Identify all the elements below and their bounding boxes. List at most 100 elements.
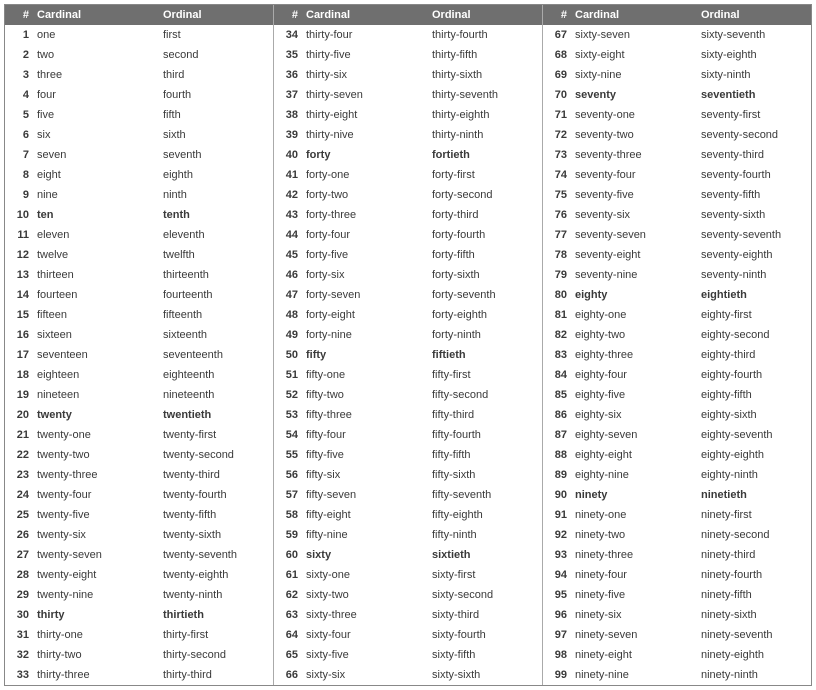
cell-cardinal: seven (33, 145, 161, 165)
table-row: 96ninety-sixninety-sixth (543, 605, 811, 625)
cell-number: 78 (543, 245, 571, 265)
cell-number: 59 (274, 525, 302, 545)
table-row: 46forty-sixforty-sixth (274, 265, 542, 285)
table-row: 31thirty-onethirty-first (5, 625, 273, 645)
cell-ordinal: sixtieth (430, 545, 542, 565)
cell-number: 87 (543, 425, 571, 445)
cell-number: 74 (543, 165, 571, 185)
cell-ordinal: seventy-ninth (699, 265, 811, 285)
table-row: 22twenty-twotwenty-second (5, 445, 273, 465)
cell-cardinal: forty-nine (302, 325, 430, 345)
cell-ordinal: eighth (161, 165, 273, 185)
cell-number: 80 (543, 285, 571, 305)
table-row: 97ninety-sevenninety-seventh (543, 625, 811, 645)
header-num: # (274, 9, 302, 21)
cell-number: 77 (543, 225, 571, 245)
cell-number: 38 (274, 105, 302, 125)
cell-cardinal: sixty-six (302, 665, 430, 685)
cell-number: 64 (274, 625, 302, 645)
table-row: 21twenty-onetwenty-first (5, 425, 273, 445)
cell-ordinal: eighty-second (699, 325, 811, 345)
cell-cardinal: thirteen (33, 265, 161, 285)
table-row: 53fifty-threefifty-third (274, 405, 542, 425)
cell-cardinal: three (33, 65, 161, 85)
table-row: 87eighty-seveneighty-seventh (543, 425, 811, 445)
table-row: 18eighteeneighteenth (5, 365, 273, 385)
cell-cardinal: forty-seven (302, 285, 430, 305)
cell-number: 61 (274, 565, 302, 585)
cell-ordinal: sixth (161, 125, 273, 145)
cell-number: 92 (543, 525, 571, 545)
table-row: 73seventy-threeseventy-third (543, 145, 811, 165)
table-row: 69sixty-ninesixty-ninth (543, 65, 811, 85)
cell-cardinal: sixty-seven (571, 25, 699, 45)
cell-ordinal: seventy-eighth (699, 245, 811, 265)
table-row: 93ninety-threeninety-third (543, 545, 811, 565)
cell-cardinal: thirty-five (302, 45, 430, 65)
table-row: 8eighteighth (5, 165, 273, 185)
header-cardinal: Cardinal (33, 9, 161, 21)
cell-ordinal: forty-third (430, 205, 542, 225)
cell-number: 7 (5, 145, 33, 165)
table-row: 59fifty-ninefifty-ninth (274, 525, 542, 545)
cell-number: 65 (274, 645, 302, 665)
cell-ordinal: fourth (161, 85, 273, 105)
cell-cardinal: nine (33, 185, 161, 205)
table-row: 41forty-oneforty-first (274, 165, 542, 185)
cell-number: 10 (5, 205, 33, 225)
cell-number: 82 (543, 325, 571, 345)
cell-ordinal: forty-fifth (430, 245, 542, 265)
table-row: 11eleveneleventh (5, 225, 273, 245)
cell-cardinal: seventy (571, 85, 699, 105)
cell-ordinal: thirty-eighth (430, 105, 542, 125)
header-cardinal: Cardinal (302, 9, 430, 21)
cell-ordinal: fourteenth (161, 285, 273, 305)
cell-ordinal: seventy-seventh (699, 225, 811, 245)
cell-cardinal: ninety-six (571, 605, 699, 625)
cell-cardinal: fourteen (33, 285, 161, 305)
table-row: 48forty-eightforty-eighth (274, 305, 542, 325)
cell-number: 76 (543, 205, 571, 225)
cell-cardinal: thirty-one (33, 625, 161, 645)
cell-cardinal: twenty-two (33, 445, 161, 465)
cell-number: 31 (5, 625, 33, 645)
table-row: 58fifty-eightfifty-eighth (274, 505, 542, 525)
table-row: 54fifty-fourfifty-fourth (274, 425, 542, 445)
cell-number: 36 (274, 65, 302, 85)
cell-ordinal: thirtieth (161, 605, 273, 625)
table-row: 33thirty-threethirty-third (5, 665, 273, 685)
cell-ordinal: eighty-sixth (699, 405, 811, 425)
cell-cardinal: fifty (302, 345, 430, 365)
cell-ordinal: fifty-second (430, 385, 542, 405)
cell-number: 42 (274, 185, 302, 205)
cell-ordinal: fifty-fourth (430, 425, 542, 445)
cell-number: 19 (5, 385, 33, 405)
table-row: 80eightyeightieth (543, 285, 811, 305)
table-row: 75seventy-fiveseventy-fifth (543, 185, 811, 205)
cell-number: 15 (5, 305, 33, 325)
table-row: 10tententh (5, 205, 273, 225)
cell-ordinal: eighty-third (699, 345, 811, 365)
table-row: 42forty-twoforty-second (274, 185, 542, 205)
table-row: 40fortyfortieth (274, 145, 542, 165)
cell-cardinal: sixteen (33, 325, 161, 345)
table-row: 68sixty-eightsixty-eighth (543, 45, 811, 65)
cell-cardinal: fifty-two (302, 385, 430, 405)
table-row: 17seventeenseventeenth (5, 345, 273, 365)
cell-cardinal: eighty-three (571, 345, 699, 365)
cell-ordinal: sixty-ninth (699, 65, 811, 85)
table-row: 4fourfourth (5, 85, 273, 105)
cell-ordinal: forty-first (430, 165, 542, 185)
column-header: #CardinalOrdinal (274, 5, 542, 25)
cell-ordinal: seventy-first (699, 105, 811, 125)
cell-number: 56 (274, 465, 302, 485)
cell-cardinal: eighty-two (571, 325, 699, 345)
table-row: 30thirtythirtieth (5, 605, 273, 625)
cell-cardinal: twelve (33, 245, 161, 265)
table-row: 91ninety-oneninety-first (543, 505, 811, 525)
cell-cardinal: ninety-eight (571, 645, 699, 665)
cell-cardinal: fifteen (33, 305, 161, 325)
cell-number: 4 (5, 85, 33, 105)
cell-ordinal: ninety-second (699, 525, 811, 545)
cell-number: 58 (274, 505, 302, 525)
